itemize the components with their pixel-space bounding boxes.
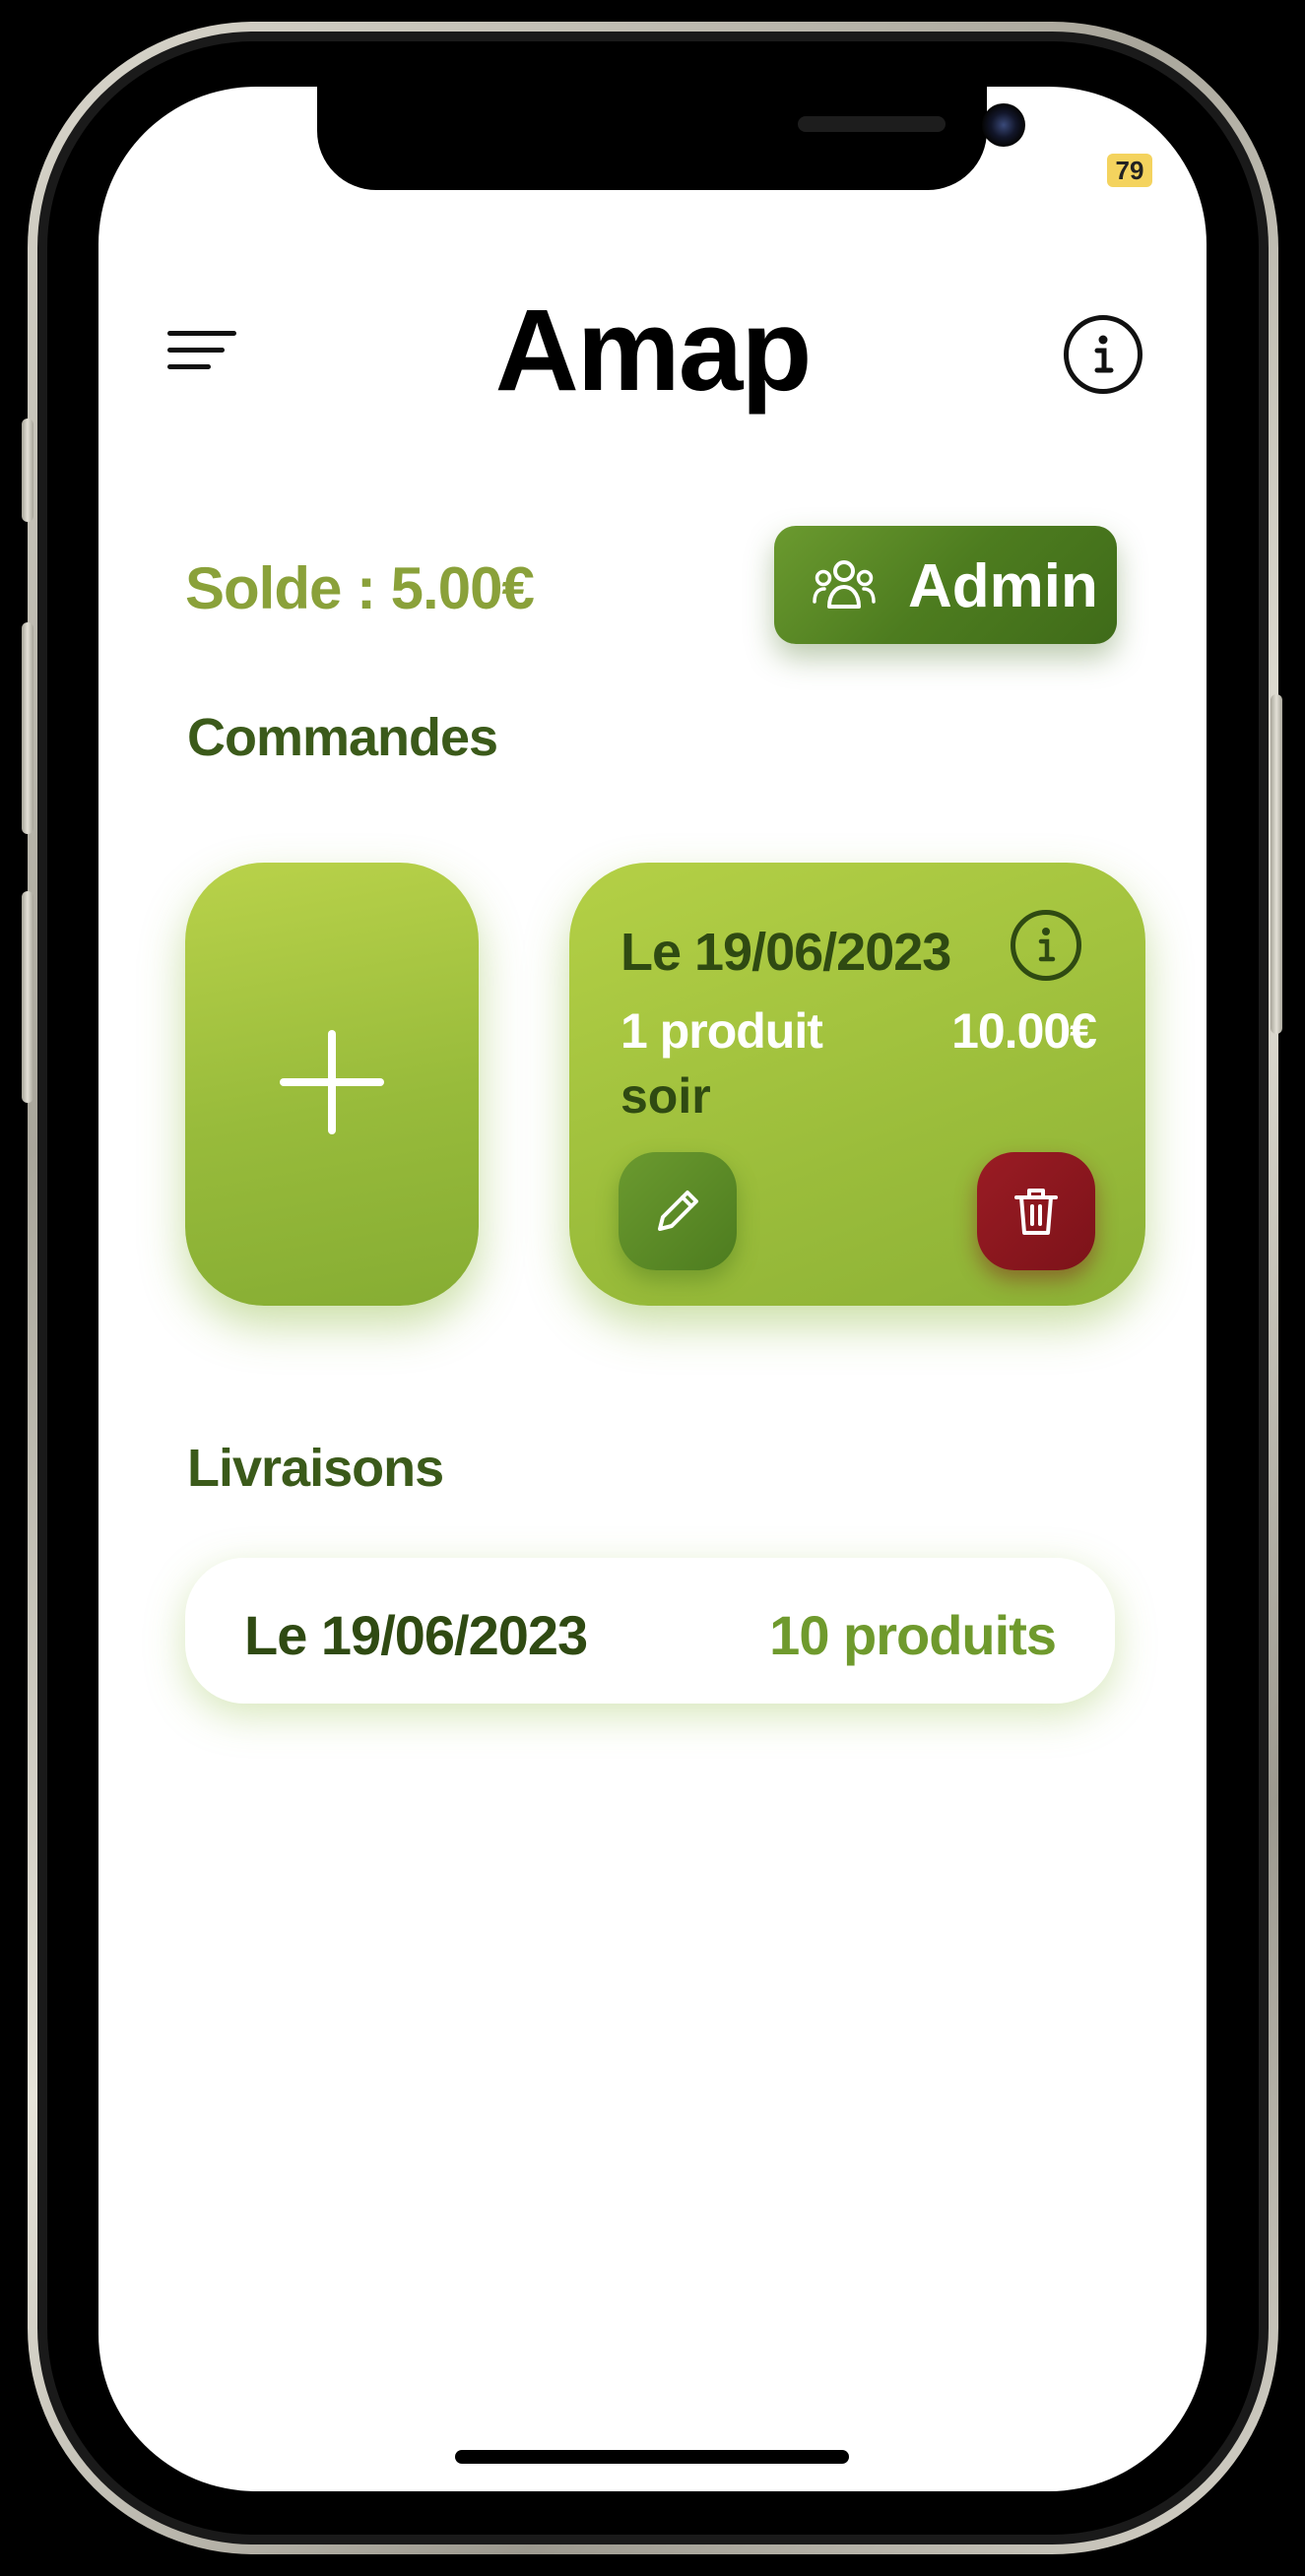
app-screen: 79 Amap Solde : 5.00€ Admin Commandes Le… [98, 87, 1207, 2491]
order-slot: soir [620, 1068, 711, 1124]
delivery-product-count: 10 produits [769, 1604, 1057, 1666]
admin-button-label: Admin [908, 552, 1098, 620]
speaker [798, 116, 946, 132]
order-date: Le 19/06/2023 [620, 923, 951, 982]
order-price: 10.00€ [951, 1003, 1097, 1059]
phone-power-button [1271, 694, 1282, 1034]
admin-button[interactable]: Admin [774, 526, 1117, 644]
home-indicator[interactable] [455, 2450, 849, 2464]
front-camera [982, 103, 1025, 147]
edit-order-button[interactable] [619, 1152, 737, 1270]
deliveries-section-title: Livraisons [187, 1439, 444, 1498]
page-title: Amap [494, 286, 813, 416]
order-card: Le 19/06/2023 1 produit 10.00€ soir [569, 863, 1145, 1306]
phone-volume-down [22, 891, 33, 1103]
order-info-icon[interactable] [1011, 910, 1081, 981]
status-badge: 79 [1107, 154, 1152, 187]
phone-volume-up [22, 622, 33, 834]
notch [317, 87, 1025, 190]
order-product-count: 1 produit [620, 1003, 823, 1059]
delete-order-button[interactable] [977, 1152, 1095, 1270]
phone-silent-switch [22, 419, 33, 522]
users-group-icon [813, 560, 876, 609]
info-icon[interactable] [1064, 315, 1142, 394]
delivery-list-item[interactable]: Le 19/06/2023 10 produits [185, 1558, 1115, 1704]
trash-icon [1014, 1189, 1058, 1235]
balance-label: Solde : 5.00€ [185, 555, 535, 621]
pencil-icon [658, 1191, 698, 1231]
delivery-date: Le 19/06/2023 [244, 1604, 588, 1666]
orders-section-title: Commandes [187, 708, 498, 767]
add-order-button[interactable] [185, 863, 479, 1306]
